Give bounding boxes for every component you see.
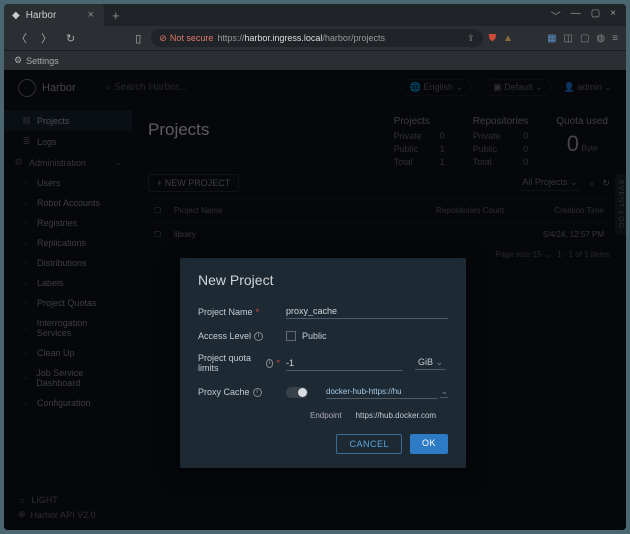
new-project-modal: New Project Project Name* Access Leveli … — [180, 258, 466, 468]
modal-title: New Project — [198, 272, 448, 288]
info-icon[interactable]: i — [253, 388, 262, 397]
warning-icon: ⊘ — [159, 33, 167, 44]
window-max-icon[interactable]: ▢ — [591, 8, 600, 23]
warning-ext-icon[interactable]: ▲ — [503, 33, 513, 44]
ext3-icon[interactable]: ▢ — [580, 33, 589, 44]
reload-icon[interactable]: ↻ — [62, 32, 79, 45]
bookmark-settings[interactable]: Settings — [26, 56, 59, 66]
ublock-icon[interactable]: ⛊ — [489, 33, 497, 44]
label-endpoint: Endpoint — [310, 411, 342, 420]
registry-select[interactable]: docker-hub-https://hu — [326, 385, 438, 399]
cancel-button[interactable]: CANCEL — [336, 434, 402, 454]
url-text: https://harbor.ingress.local/harbor/proj… — [217, 33, 385, 43]
browser-tab[interactable]: ◆ Harbor × — [4, 4, 104, 26]
profile-icon[interactable]: ◍ — [596, 33, 605, 44]
gear-icon: ⚙ — [14, 55, 22, 66]
address-bar: 〈 〉 ↻ ▯ ⊘ Not secure https://harbor.ingr… — [4, 26, 626, 50]
bookmark-icon[interactable]: ▯ — [131, 32, 145, 45]
chevron-down-icon: ⌄ — [440, 386, 448, 398]
label-proxy: Proxy Cachei — [198, 387, 280, 397]
tab-title: Harbor — [26, 10, 57, 21]
public-checkbox[interactable] — [286, 331, 296, 341]
menu-icon[interactable]: ≡ — [612, 33, 618, 44]
tab-favicon: ◆ — [12, 10, 20, 21]
info-icon[interactable]: i — [254, 332, 263, 341]
minimize-icon[interactable]: ﹀ — [551, 8, 561, 23]
quota-unit-select[interactable]: GiB — [415, 356, 446, 370]
quota-input[interactable] — [286, 356, 403, 371]
share-icon[interactable]: ⇪ — [467, 33, 475, 44]
url-input[interactable]: ⊘ Not secure https://harbor.ingress.loca… — [151, 29, 482, 47]
new-tab-button[interactable]: + — [104, 8, 128, 23]
project-name-input[interactable] — [286, 304, 448, 319]
browser-tab-bar: ◆ Harbor × + ﹀ — ▢ × — [4, 4, 626, 26]
ok-button[interactable]: OK — [410, 434, 448, 454]
label-quota: Project quota limitsi* — [198, 353, 280, 373]
endpoint-value: https://hub.docker.com — [356, 411, 437, 420]
proxy-toggle[interactable] — [286, 387, 308, 398]
info-icon[interactable]: i — [266, 359, 274, 368]
label-project-name: Project Name* — [198, 307, 280, 317]
back-icon[interactable]: 〈 — [12, 30, 31, 46]
ext1-icon[interactable]: ▦ — [547, 33, 556, 44]
window-min-icon[interactable]: — — [571, 8, 581, 23]
security-badge: ⊘ Not secure — [159, 33, 213, 44]
forward-icon[interactable]: 〉 — [37, 30, 56, 46]
window-close-icon[interactable]: × — [610, 8, 616, 23]
bookmark-bar: ⚙ Settings — [4, 50, 626, 70]
close-icon[interactable]: × — [86, 9, 96, 21]
ext2-icon[interactable]: ◫ — [564, 33, 573, 44]
label-access: Access Leveli — [198, 331, 280, 341]
